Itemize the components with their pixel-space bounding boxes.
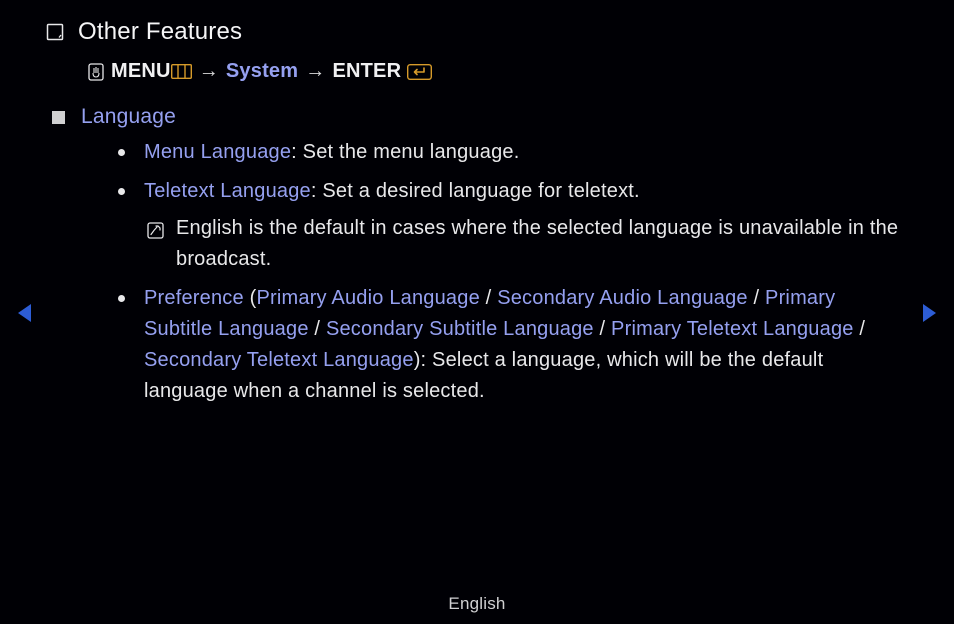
section-header: Language [46,105,908,129]
note: English is the default in cases where th… [144,213,908,275]
paren-open: ( [244,287,257,309]
footer-language: English [0,594,954,614]
sep: / [854,318,866,340]
prev-page-button[interactable] [18,304,31,322]
hand-icon [88,63,104,81]
breadcrumb-enter: ENTER [332,60,401,82]
list-item: Preference (Primary Audio Language / Sec… [118,283,908,407]
list-item: Menu Language: Set the menu language. [118,137,908,168]
sep: / [594,318,611,340]
pref-secondary-teletext: Secondary Teletext Language [144,349,414,371]
section-title: Language [81,105,176,129]
sep: / [748,287,765,309]
title-row: Other Features [46,18,908,46]
sep: / [309,318,326,340]
arrow-sep-1: → [199,60,219,83]
preference-label: Preference [144,287,244,309]
page-title: Other Features [78,18,242,46]
list-item: Teletext Language: Set a desired languag… [118,176,908,275]
breadcrumb: MENU → System → ENTER [88,60,908,83]
next-page-button[interactable] [923,304,936,322]
menu-language-desc: : Set the menu language. [291,141,519,163]
pref-primary-audio: Primary Audio Language [256,287,479,309]
grid-icon [171,64,192,79]
language-section: Language Menu Language: Set the menu lan… [46,105,908,407]
pref-primary-teletext: Primary Teletext Language [611,318,854,340]
sep: / [480,287,497,309]
square-bullet-icon [52,111,65,124]
arrow-sep-2: → [305,60,325,83]
breadcrumb-system: System [226,60,298,83]
teletext-language-desc: : Set a desired language for teletext. [311,180,640,202]
pref-secondary-subtitle: Secondary Subtitle Language [326,318,594,340]
teletext-language-label: Teletext Language [144,180,311,202]
note-text: English is the default in cases where th… [176,217,898,270]
enter-icon [407,64,432,80]
book-icon [46,23,64,41]
menu-language-label: Menu Language [144,141,291,163]
pref-secondary-audio: Secondary Audio Language [497,287,748,309]
breadcrumb-menu: MENU [111,60,171,82]
note-icon [147,218,164,249]
